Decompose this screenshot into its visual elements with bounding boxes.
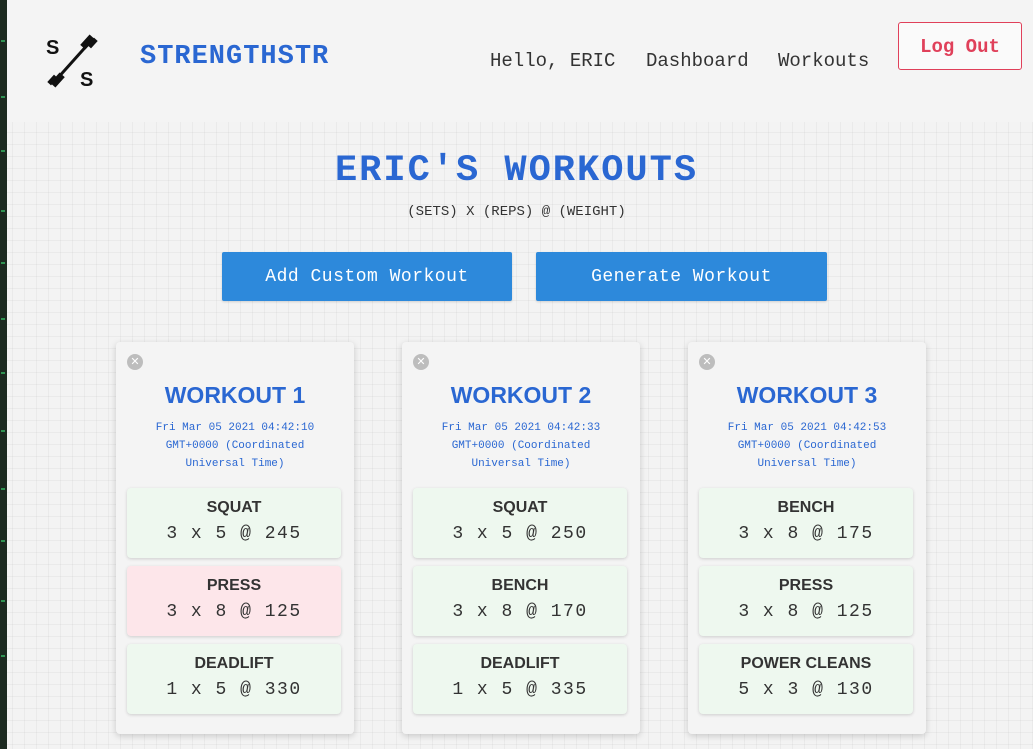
exercise-name: SQUAT: [206, 499, 262, 516]
logout-button[interactable]: Log Out: [898, 22, 1022, 70]
workout-date: Fri Mar 05 2021 04:42:53 GMT+0000 (Coord…: [727, 422, 887, 470]
exercise-value: 3 x 8 @ 175: [738, 524, 874, 544]
exercise-name: PRESS: [778, 577, 834, 594]
exercise-value: 3 x 8 @ 125: [166, 602, 302, 622]
close-icon[interactable]: ✕: [127, 354, 143, 370]
exercise-value: 3 x 8 @ 170: [452, 602, 588, 622]
exercise-item[interactable]: SQUAT 3 x 5 @ 250: [413, 488, 627, 558]
page-subtitle: (SETS) X (REPS) @ (WEIGHT): [407, 204, 626, 220]
exercise-name: POWER CLEANS: [740, 655, 872, 672]
exercise-item[interactable]: DEADLIFT 1 x 5 @ 330: [127, 644, 341, 714]
close-icon[interactable]: ✕: [413, 354, 429, 370]
exercise-item[interactable]: PRESS 3 x 8 @ 125: [699, 566, 913, 636]
exercise-item[interactable]: DEADLIFT 1 x 5 @ 335: [413, 644, 627, 714]
exercise-item[interactable]: POWER CLEANS 5 x 3 @ 130: [699, 644, 913, 714]
exercise-name: PRESS: [206, 577, 262, 594]
exercise-item[interactable]: BENCH 3 x 8 @ 170: [413, 566, 627, 636]
workout-title: WORKOUT 1: [164, 382, 306, 408]
exercise-value: 3 x 8 @ 125: [738, 602, 874, 622]
workout-card: ✕ WORKOUT 2 Fri Mar 05 2021 04:42:33 GMT…: [402, 342, 640, 734]
exercise-value: 5 x 3 @ 130: [738, 680, 874, 700]
exercise-value: 1 x 5 @ 335: [452, 680, 588, 700]
workout-date: Fri Mar 05 2021 04:42:33 GMT+0000 (Coord…: [441, 422, 601, 470]
exercise-item[interactable]: BENCH 3 x 8 @ 175: [699, 488, 913, 558]
navbar: S S STRENGTHSTR Hello, ERIC Dashboard Wo…: [7, 0, 1033, 122]
nav-link-workouts[interactable]: Workouts: [778, 50, 869, 72]
page-title: ERIC'S WORKOUTS: [334, 150, 699, 192]
exercise-value: 1 x 5 @ 330: [166, 680, 302, 700]
exercise-name: DEADLIFT: [480, 655, 560, 672]
brand-name[interactable]: STRENGTHSTR: [140, 42, 329, 72]
logo-letter-bottom: S: [80, 69, 93, 90]
workout-card: ✕ WORKOUT 3 Fri Mar 05 2021 04:42:53 GMT…: [688, 342, 926, 734]
workout-title: WORKOUT 2: [450, 382, 592, 408]
exercise-item[interactable]: SQUAT 3 x 5 @ 245: [127, 488, 341, 558]
exercise-item[interactable]: PRESS 3 x 8 @ 125: [127, 566, 341, 636]
exercise-value: 3 x 5 @ 245: [166, 524, 302, 544]
exercise-name: BENCH: [777, 499, 835, 516]
nav-link-dashboard[interactable]: Dashboard: [646, 50, 749, 72]
exercise-name: SQUAT: [492, 499, 548, 516]
workout-date: Fri Mar 05 2021 04:42:10 GMT+0000 (Coord…: [155, 422, 315, 470]
close-icon[interactable]: ✕: [699, 354, 715, 370]
workout-card: ✕ WORKOUT 1 Fri Mar 05 2021 04:42:10 GMT…: [116, 342, 354, 734]
dumbbell-icon[interactable]: S S: [44, 32, 102, 90]
greeting-text: Hello, ERIC: [490, 50, 616, 72]
exercise-name: BENCH: [491, 577, 549, 594]
generate-workout-button[interactable]: Generate Workout: [536, 252, 827, 301]
add-custom-workout-button[interactable]: Add Custom Workout: [222, 252, 512, 301]
workout-title: WORKOUT 3: [736, 382, 878, 408]
terminal-edge-strip: [0, 0, 7, 749]
exercise-value: 3 x 5 @ 250: [452, 524, 588, 544]
exercise-name: DEADLIFT: [194, 655, 274, 672]
logo-letter-top: S: [46, 37, 59, 59]
